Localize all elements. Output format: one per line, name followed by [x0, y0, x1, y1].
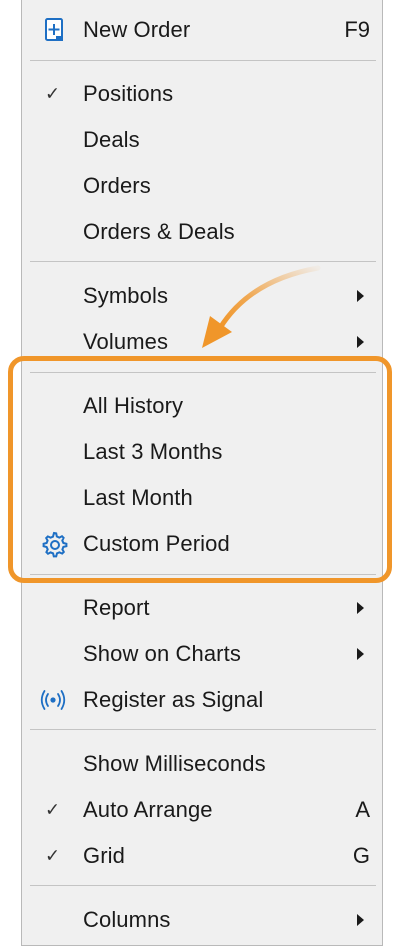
menu-item-label: Show on Charts [83, 641, 241, 666]
menu-separator [30, 60, 376, 61]
submenu-arrow-icon [357, 602, 364, 614]
checkmark-icon: ✓ [45, 845, 61, 866]
callout-arrow-icon [202, 265, 321, 348]
menu-item-label: Symbols [83, 283, 169, 308]
menu-item-label: Report [83, 595, 150, 620]
menu-item-label: Register as Signal [83, 687, 264, 712]
menu-item-show-on-charts[interactable]: Show on Charts [22, 631, 382, 677]
shortcut-label: G [352, 843, 370, 868]
menu-item-show-milliseconds[interactable]: Show Milliseconds [22, 741, 382, 787]
menu-item-report[interactable]: Report [22, 585, 382, 631]
submenu-arrow-icon [357, 914, 364, 926]
submenu-arrow-icon [357, 648, 364, 660]
menu-item-label: Positions [83, 81, 174, 106]
menu-item-label: Volumes [83, 329, 169, 354]
shortcut-label: A [355, 797, 370, 822]
shortcut-label: F9 [344, 17, 370, 42]
menu-item-last-month[interactable]: Last Month [22, 475, 382, 521]
checkmark-icon: ✓ [45, 799, 61, 820]
menu-item-register-signal[interactable]: Register as Signal [22, 677, 382, 723]
menu-item-label: Last 3 Months [83, 439, 223, 464]
menu-separator [30, 574, 376, 575]
menu-item-last-3-months[interactable]: Last 3 Months [22, 429, 382, 475]
menu-item-label: Orders [83, 173, 151, 198]
menu-separator [30, 729, 376, 730]
signal-icon [40, 690, 66, 710]
menu-item-grid[interactable]: ✓ Grid G [22, 833, 382, 879]
menu-item-label: Show Milliseconds [83, 751, 266, 776]
menu-separator [30, 885, 376, 886]
menu-item-auto-arrange[interactable]: ✓ Auto Arrange A [22, 787, 382, 833]
new-order-icon [45, 18, 63, 41]
menu-item-label: New Order [83, 17, 191, 42]
menu-item-label: Grid [83, 843, 125, 868]
menu-item-orders[interactable]: Orders [22, 163, 382, 209]
submenu-arrow-icon [357, 336, 364, 348]
menu-item-new-order[interactable]: New Order F9 [22, 7, 382, 53]
menu-item-deals[interactable]: Deals [22, 117, 382, 163]
context-menu: New Order F9 ✓ Positions Deals Orders Or… [21, 0, 383, 946]
checkmark-icon: ✓ [45, 83, 61, 104]
menu-item-all-history[interactable]: All History [22, 383, 382, 429]
menu-item-label: Auto Arrange [83, 797, 213, 822]
gear-icon [42, 531, 68, 558]
menu-item-label: Deals [83, 127, 140, 152]
menu-item-label: All History [83, 393, 184, 418]
menu-item-columns[interactable]: Columns [22, 897, 382, 943]
menu-item-label: Columns [83, 907, 171, 932]
submenu-arrow-icon [357, 290, 364, 302]
menu-separator [30, 372, 376, 373]
menu-item-custom-period[interactable]: Custom Period [22, 521, 382, 567]
menu-item-label: Last Month [83, 485, 193, 510]
menu-item-positions[interactable]: ✓ Positions [22, 71, 382, 117]
menu-item-label: Orders & Deals [83, 219, 235, 244]
menu-item-label: Custom Period [83, 531, 230, 556]
menu-item-orders-deals[interactable]: Orders & Deals [22, 209, 382, 255]
